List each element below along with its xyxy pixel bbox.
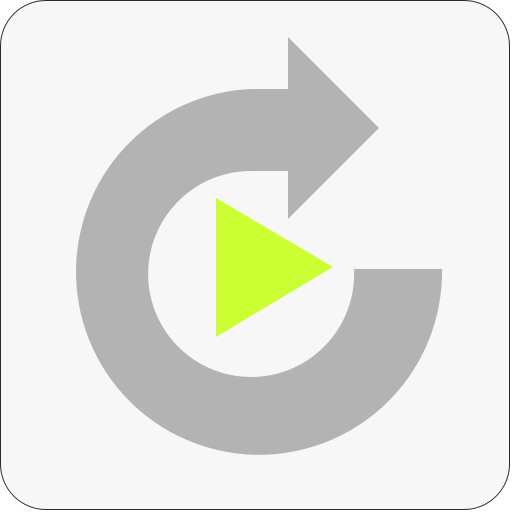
replay-app-icon[interactable] bbox=[0, 0, 510, 510]
replay-icon-graphic bbox=[76, 37, 443, 455]
play-icon bbox=[216, 198, 333, 337]
